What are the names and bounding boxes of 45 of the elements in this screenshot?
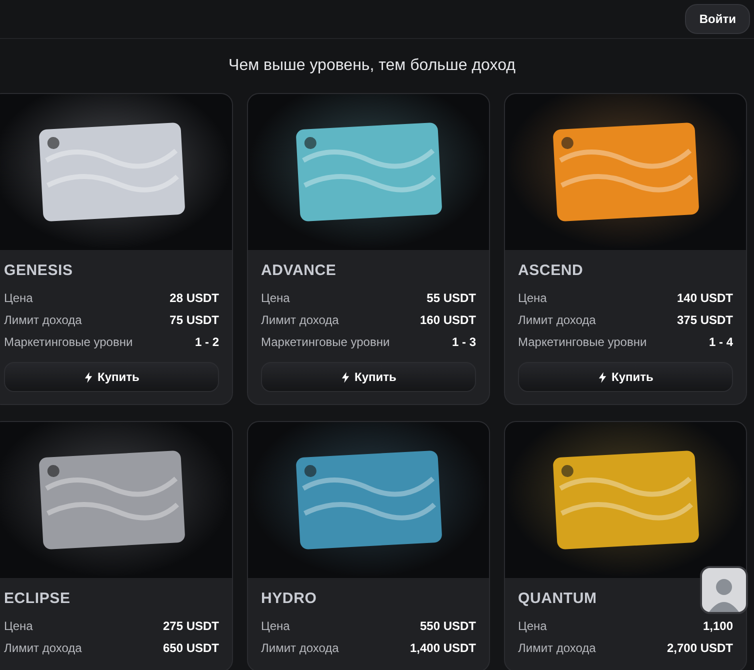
row-label: Маркетинговые уровни	[4, 335, 133, 349]
row-value: 28 USDT	[170, 291, 219, 305]
section-heading: Чем выше уровень, тем больше доход	[228, 57, 516, 75]
row-label: Лимит дохода	[4, 313, 82, 327]
plan-title: ASCEND	[518, 262, 584, 279]
row-label: Лимит дохода	[261, 641, 339, 655]
lightning-icon	[84, 372, 93, 382]
buy-button[interactable]: Купить	[261, 362, 476, 392]
row-label: Лимит дохода	[4, 641, 82, 655]
plan-title: ADVANCE	[261, 262, 338, 279]
row-label: Цена	[4, 291, 33, 305]
login-button[interactable]: Войти	[685, 4, 750, 34]
plan-title: HYDRO	[261, 590, 318, 607]
row-value: 75 USDT	[170, 313, 219, 327]
support-avatar[interactable]	[700, 566, 748, 614]
row-label: Маркетинговые уровни	[518, 335, 647, 349]
row-label: Лимит дохода	[518, 313, 596, 327]
plan-title: QUANTUM	[518, 590, 598, 607]
row-value: 140 USDT	[676, 291, 733, 305]
buy-button[interactable]: Купить	[4, 362, 219, 392]
row-value: 1 - 4	[708, 335, 733, 349]
row-value: 55 USDT	[426, 291, 476, 305]
row-label: Цена	[518, 291, 547, 305]
row-value: 1 - 2	[194, 335, 219, 349]
row-label: Цена	[261, 291, 290, 305]
row-value: 275 USDT	[162, 619, 219, 633]
row-label: Маркетинговые уровни	[261, 335, 390, 349]
row-label: Лимит дохода	[261, 313, 339, 327]
lightning-icon	[598, 372, 607, 382]
row-value: 1,100	[702, 619, 733, 633]
row-value: 550 USDT	[420, 619, 476, 633]
row-label: Цена	[4, 619, 33, 633]
row-value: 650 USDT	[162, 641, 219, 655]
buy-button[interactable]: Купить	[518, 362, 733, 392]
row-value: 1,400 USDT	[410, 641, 476, 655]
plan-title: GENESIS	[4, 262, 74, 279]
row-label: Лимит дохода	[518, 641, 596, 655]
row-label: Цена	[518, 619, 547, 633]
lightning-icon	[340, 372, 350, 382]
row-value: 375 USDT	[676, 313, 733, 327]
row-value: 2,700 USDT	[666, 641, 733, 655]
row-value: 160 USDT	[420, 313, 476, 327]
plan-title: ECLIPSE	[4, 590, 72, 607]
row-value: 1 - 3	[452, 335, 476, 349]
row-label: Цена	[261, 619, 290, 633]
